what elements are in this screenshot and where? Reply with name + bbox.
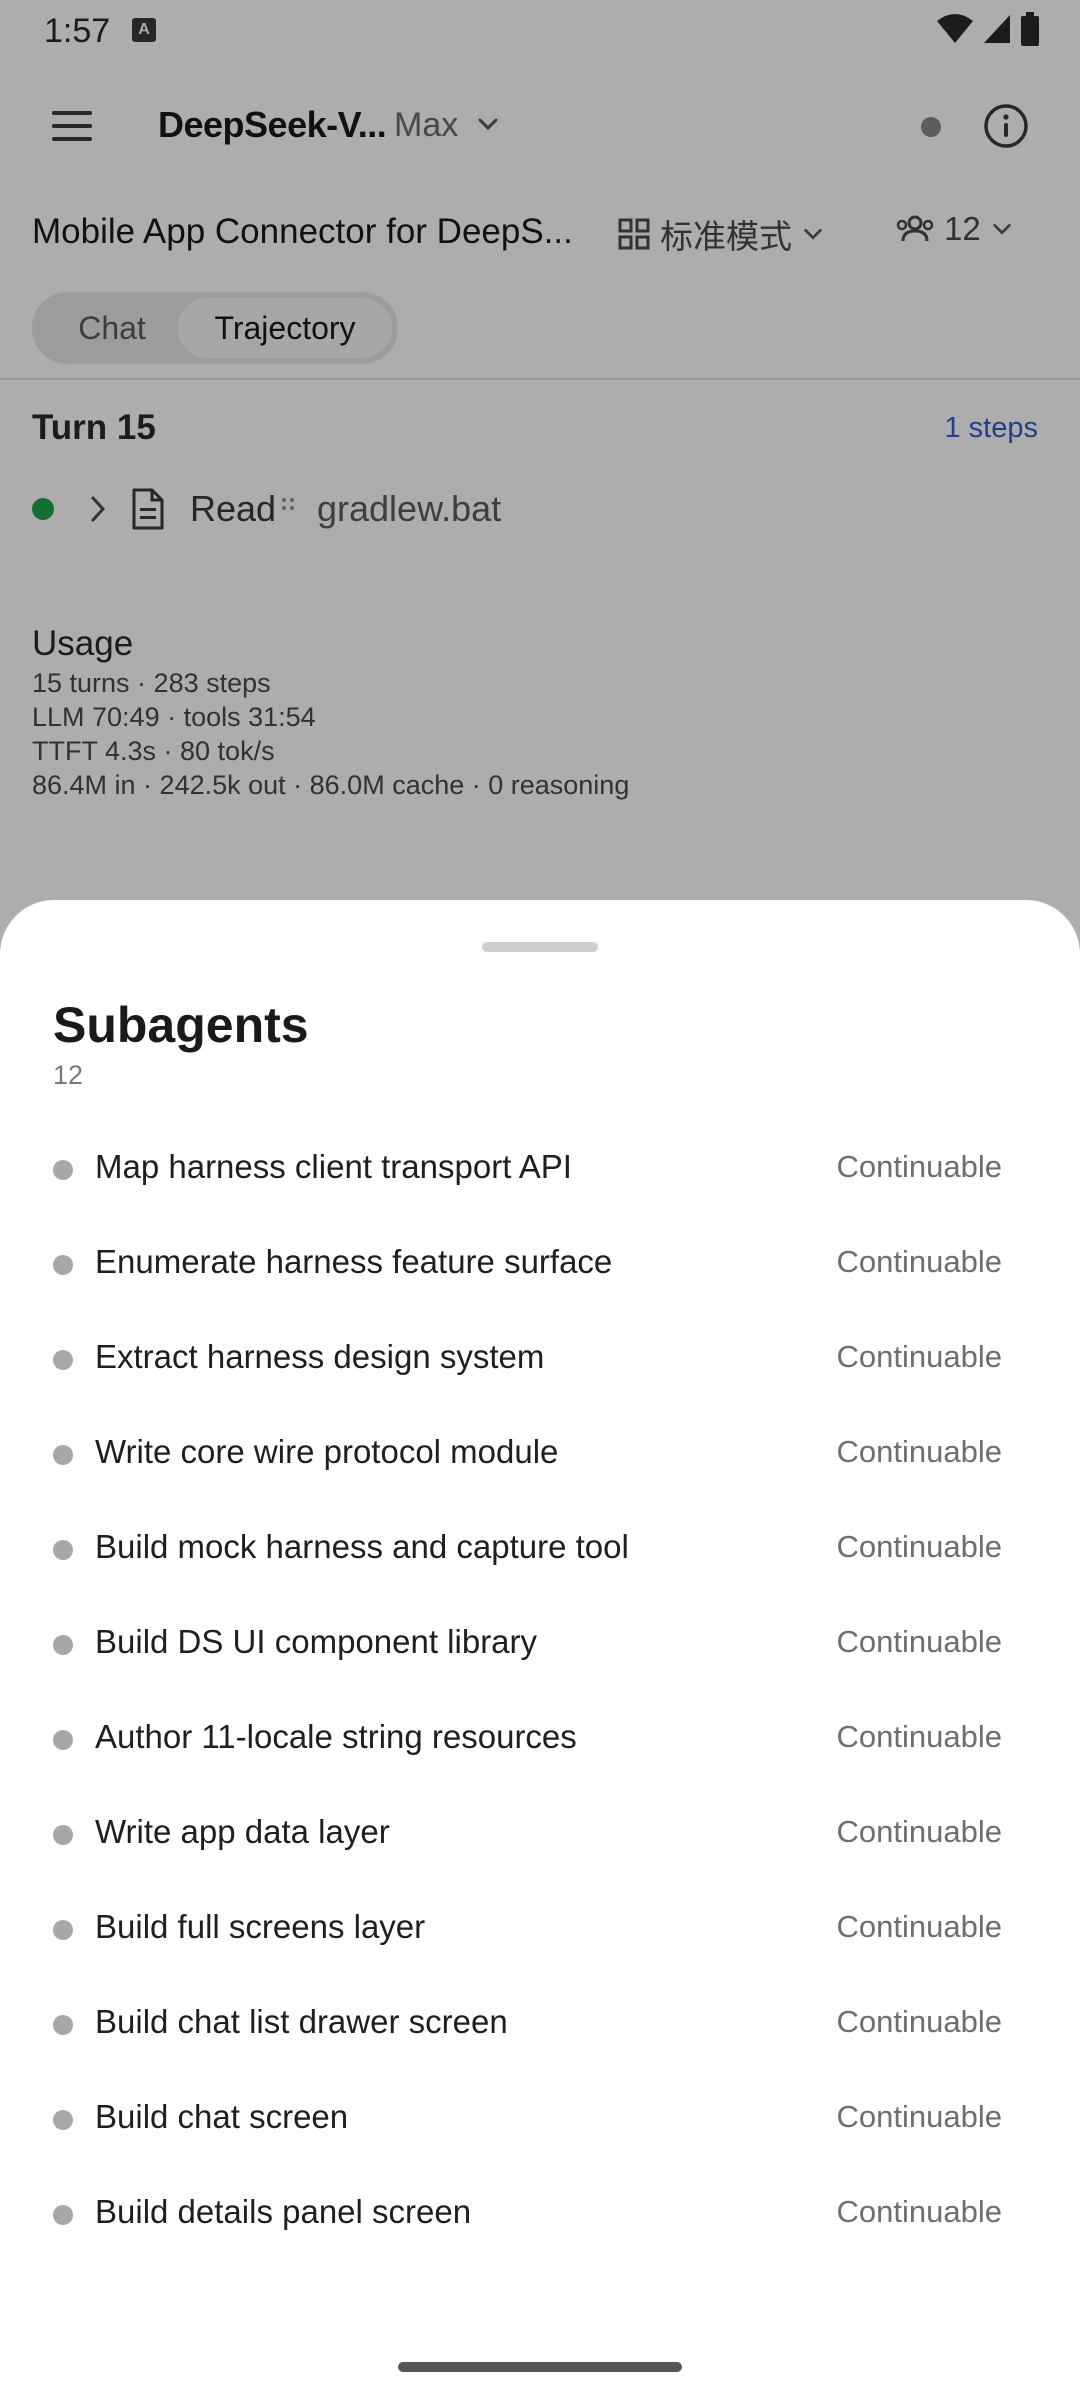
list-item[interactable]: Build chat screen Continuable bbox=[0, 2072, 1080, 2167]
drag-handle[interactable] bbox=[482, 942, 598, 952]
list-item[interactable]: Build details panel screen Continuable bbox=[0, 2167, 1080, 2262]
status-dot bbox=[53, 2205, 73, 2225]
subagent-name: Map harness client transport API bbox=[95, 1148, 572, 1185]
status-dot bbox=[53, 1920, 73, 1940]
list-item[interactable]: Map harness client transport API Continua… bbox=[0, 1122, 1080, 1217]
list-item[interactable]: Extract harness design system Continuable bbox=[0, 1312, 1080, 1407]
subagent-status: Continuable bbox=[836, 1814, 1002, 1849]
subagent-status: Continuable bbox=[836, 1624, 1002, 1659]
subagent-status: Continuable bbox=[836, 1529, 1002, 1564]
list-item[interactable]: Enumerate harness feature surface Continu… bbox=[0, 1217, 1080, 1312]
subagent-name: Build chat list drawer screen bbox=[95, 2003, 508, 2040]
subagent-name: Build DS UI component library bbox=[95, 1623, 538, 1660]
app-screen: 1:57 A DeepSeek-V... Max Mobile App Conn… bbox=[0, 0, 1080, 2400]
subagent-status: Continuable bbox=[836, 2004, 1002, 2039]
subagent-name: Enumerate harness feature surface bbox=[95, 1243, 613, 1280]
subagent-name: Author 11-locale string resources bbox=[95, 1718, 577, 1755]
subagent-status: Continuable bbox=[836, 2194, 1002, 2229]
subagent-name: Build full screens layer bbox=[95, 1908, 426, 1945]
subagent-name: Build mock harness and capture tool bbox=[95, 1528, 629, 1565]
status-dot bbox=[53, 2015, 73, 2035]
subagent-status: Continuable bbox=[836, 1244, 1002, 1279]
subagent-name: Extract harness design system bbox=[95, 1338, 545, 1375]
status-dot bbox=[53, 1825, 73, 1845]
list-item[interactable]: Build chat list drawer screen Continuable bbox=[0, 1977, 1080, 2072]
status-dot bbox=[53, 1730, 73, 1750]
list-item[interactable]: Build DS UI component library Continuable bbox=[0, 1597, 1080, 1692]
subagent-name: Write core wire protocol module bbox=[95, 1433, 559, 1470]
list-item[interactable]: Author 11-locale string resources Continu… bbox=[0, 1692, 1080, 1787]
subagent-name: Build details panel screen bbox=[95, 2193, 472, 2230]
subagent-status: Continuable bbox=[836, 2099, 1002, 2134]
subagent-status: Continuable bbox=[836, 1909, 1002, 1944]
subagent-list: Map harness client transport API Continua… bbox=[0, 1122, 1080, 2262]
subagents-bottom-sheet: Subagents 12 Map harness client transpor… bbox=[0, 900, 1080, 2400]
subagent-status: Continuable bbox=[836, 1719, 1002, 1754]
subagent-count: 12 bbox=[53, 1060, 84, 1090]
status-dot bbox=[53, 1540, 73, 1560]
subagent-status: Continuable bbox=[836, 1149, 1002, 1184]
sheet-title: Subagents bbox=[53, 997, 309, 1053]
subagent-name: Build chat screen bbox=[95, 2098, 349, 2135]
list-item[interactable]: Build mock harness and capture tool Conti… bbox=[0, 1502, 1080, 1597]
list-item[interactable]: Build full screens layer Continuable bbox=[0, 1882, 1080, 1977]
status-dot bbox=[53, 1255, 73, 1275]
home-indicator[interactable] bbox=[398, 2362, 682, 2372]
status-dot bbox=[53, 1160, 73, 1180]
subagent-status: Continuable bbox=[836, 1339, 1002, 1374]
status-dot bbox=[53, 1635, 73, 1655]
subagent-name: Write app data layer bbox=[95, 1813, 390, 1850]
list-item[interactable]: Write app data layer Continuable bbox=[0, 1787, 1080, 1882]
subagent-status: Continuable bbox=[836, 1434, 1002, 1469]
status-dot bbox=[53, 1350, 73, 1370]
status-dot bbox=[53, 1445, 73, 1465]
list-item[interactable]: Write core wire protocol module Continuab… bbox=[0, 1407, 1080, 1502]
status-dot bbox=[53, 2110, 73, 2130]
